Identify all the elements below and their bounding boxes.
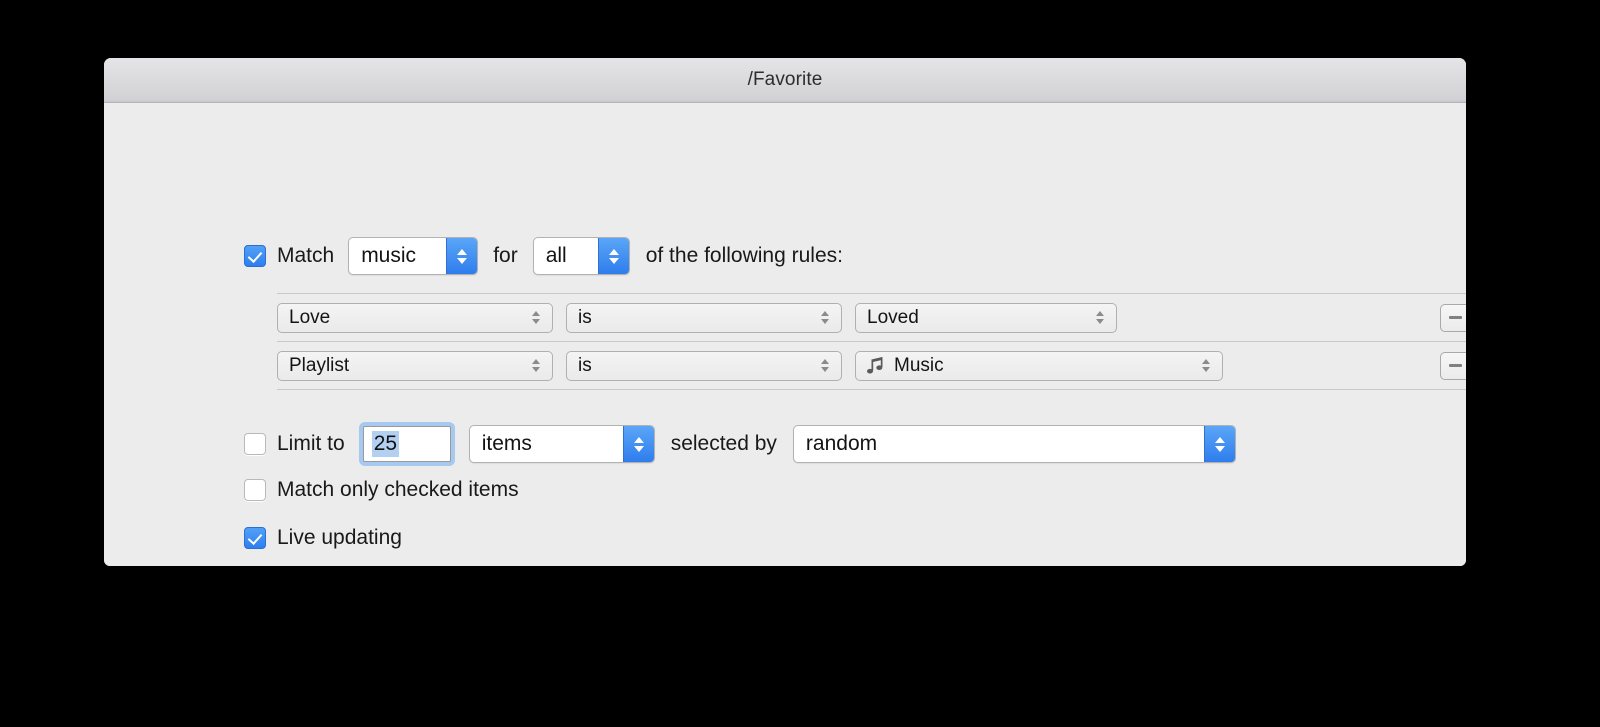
match-label: Match xyxy=(277,244,335,267)
selection-method-stepper-icon xyxy=(1203,426,1235,462)
limit-row: Limit to 25 items selected by random xyxy=(244,422,1236,466)
smart-playlist-dialog: /Favorite Match music for all of the fol… xyxy=(104,58,1466,566)
rule-operator-popup[interactable]: is xyxy=(566,302,842,333)
match-row: Match music for all of the following rul… xyxy=(244,237,843,275)
media-kind-value: music xyxy=(361,244,417,267)
rule-field-popup[interactable]: Love xyxy=(277,302,553,333)
rule-field-popup[interactable]: Playlist xyxy=(277,350,553,381)
rule-field-value: Love xyxy=(289,306,331,328)
for-label: for xyxy=(493,244,518,267)
live-updating-checkbox[interactable] xyxy=(244,527,266,549)
live-updating-row[interactable]: Live updating xyxy=(244,526,402,550)
chevron-updown-icon xyxy=(1089,311,1111,324)
match-checkbox[interactable] xyxy=(244,245,266,267)
limit-unit-popup[interactable]: items xyxy=(468,425,655,463)
selection-method-popup[interactable]: random xyxy=(792,425,1236,463)
window-title: /Favorite xyxy=(747,69,823,90)
rule-buttons xyxy=(1440,351,1466,380)
rules-list: Love is Loved Playlist is Music xyxy=(277,293,1466,390)
media-kind-popup[interactable]: music xyxy=(348,237,479,275)
limit-amount-input[interactable]: 25 xyxy=(362,426,451,462)
remove-rule-button[interactable] xyxy=(1440,303,1466,332)
limit-to-label: Limit to xyxy=(277,432,345,455)
rule-buttons xyxy=(1440,303,1466,332)
chevron-updown-icon xyxy=(1195,359,1217,372)
rule-separator xyxy=(277,389,1466,390)
chevron-updown-icon xyxy=(814,359,836,372)
rule-value: Music xyxy=(894,354,944,376)
limit-amount-value: 25 xyxy=(371,431,400,457)
limit-unit-value: items xyxy=(481,432,532,455)
logic-value: all xyxy=(545,244,567,267)
match-only-checked-label: Match only checked items xyxy=(277,478,519,501)
live-updating-label: Live updating xyxy=(277,526,402,549)
remove-rule-button[interactable] xyxy=(1440,351,1466,380)
table-row: Playlist is Music xyxy=(277,342,1466,389)
selected-by-label: selected by xyxy=(670,432,777,455)
limit-to-checkbox[interactable] xyxy=(244,433,266,455)
dialog-titlebar: /Favorite xyxy=(104,58,1466,103)
match-only-checked-row[interactable]: Match only checked items xyxy=(244,478,519,502)
dialog-body: Match music for all of the following rul… xyxy=(104,103,1466,566)
selection-method-value: random xyxy=(805,432,878,455)
rule-operator-popup[interactable]: is xyxy=(566,350,842,381)
match-only-checked-checkbox[interactable] xyxy=(244,479,266,501)
rule-operator-value: is xyxy=(578,354,592,376)
chevron-updown-icon xyxy=(525,359,547,372)
logic-stepper-icon xyxy=(597,238,629,274)
rule-value-popup[interactable]: Loved xyxy=(855,302,1117,333)
table-row: Love is Loved xyxy=(277,294,1466,341)
limit-amount-focus-ring: 25 xyxy=(358,422,455,466)
rule-field-value: Playlist xyxy=(289,354,350,376)
rule-value: Loved xyxy=(867,306,919,328)
rule-operator-value: is xyxy=(578,306,592,328)
limit-unit-stepper-icon xyxy=(622,426,654,462)
rule-value-popup[interactable]: Music xyxy=(855,350,1223,381)
music-note-icon xyxy=(867,356,885,376)
media-kind-stepper-icon xyxy=(446,238,478,274)
chevron-updown-icon xyxy=(814,311,836,324)
logic-popup[interactable]: all xyxy=(532,237,630,275)
chevron-updown-icon xyxy=(525,311,547,324)
following-rules-label: of the following rules: xyxy=(645,244,843,267)
